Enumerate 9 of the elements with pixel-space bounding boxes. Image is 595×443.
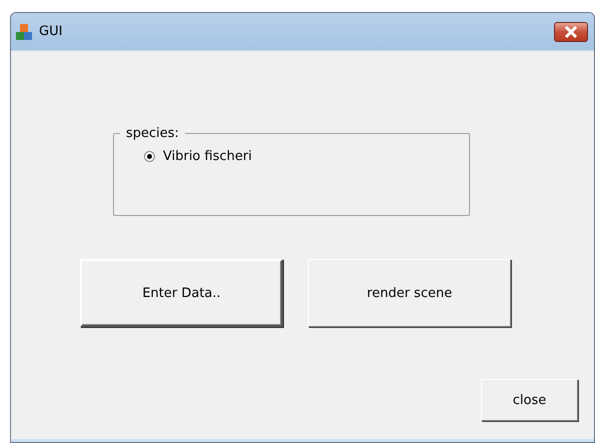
close-button[interactable]: close xyxy=(481,379,578,421)
render-scene-button[interactable]: render scene xyxy=(308,259,511,327)
radio-option[interactable]: Vibrio fischeri xyxy=(144,149,252,164)
close-icon[interactable] xyxy=(554,22,588,42)
radio-button[interactable] xyxy=(144,151,155,162)
window-title: GUI xyxy=(39,24,64,39)
group-label: species: xyxy=(125,126,180,141)
enter-data-button[interactable]: Enter Data.. xyxy=(80,259,283,327)
blocks-icon xyxy=(15,22,33,40)
